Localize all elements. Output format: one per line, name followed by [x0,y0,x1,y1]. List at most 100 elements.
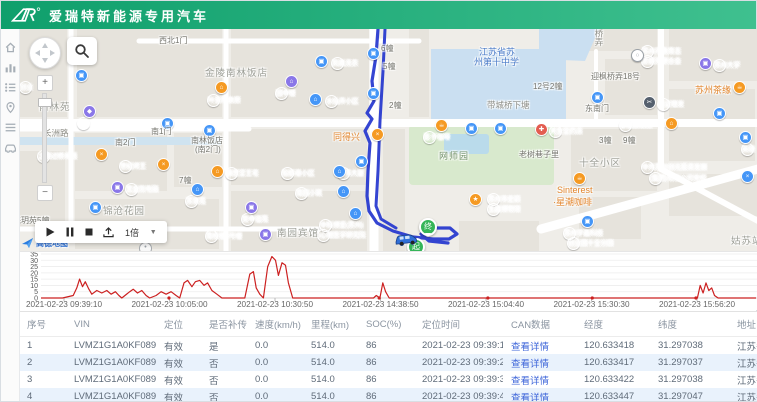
map-label: (南2门) [195,144,221,155]
map-label: 桥弄 [593,29,605,46]
map-label: ·星潮咖啡 [553,195,592,208]
svg-text:25: 25 [30,264,38,271]
map-label: 凤凰洗衣 [331,57,344,70]
table-cell: 江苏省苏州市 [729,356,757,370]
sidebar [1,29,20,401]
map-label: 3幢 [599,135,611,146]
map-label: 西北1门 [159,35,187,46]
pause-button[interactable] [66,227,74,237]
map-label: 9幢 [623,135,635,146]
sidebar-item-route[interactable] [4,81,17,94]
map-search-button[interactable] [67,37,97,65]
svg-text:35: 35 [30,252,38,259]
table-cell: 3 [19,374,66,385]
table-cell: 江苏省苏州市 [729,373,757,387]
map-poi-icon: ⌂ [211,165,224,178]
map-label: 乾生斋 [77,117,90,130]
map-pan-control[interactable] [29,37,61,69]
map-label: 李根源故居 [619,119,632,132]
table-cell: 31.297038 [650,340,729,351]
sidebar-item-home[interactable] [4,41,17,54]
table-body: 1LVMZ1G1A0KF089390有效是0.0514.0862021-02-2… [19,337,757,401]
map-label: 南园宾馆 [277,225,319,239]
table-cell: 86 [358,357,414,368]
map-poi-icon: ⌂ [337,185,350,198]
table-cell: 有效 [156,390,201,402]
map-poi-icon: ▣ [739,131,752,144]
table-cell: 86 [358,340,414,351]
table-cell: 0.0 [247,340,303,351]
stop-button[interactable] [85,228,93,236]
table-cell: 120.633418 [576,340,650,351]
map-poi-icon: ★ [469,193,482,206]
speed-dropdown-caret[interactable]: ▼ [150,229,157,236]
svg-text:2021-02-23 15:04:40: 2021-02-23 15:04:40 [448,300,524,309]
column-header: 序号 [19,317,66,331]
table-cell: 有效 [156,373,201,387]
search-icon [74,43,90,59]
play-button[interactable] [45,227,55,237]
table-cell: 120.633417 [576,357,650,368]
sidebar-item-vehicle[interactable] [4,141,17,154]
map-poi-icon: ☕ [435,119,448,132]
can-data-detail-link[interactable]: 查看详情 [503,390,576,402]
zoom-track[interactable] [42,93,47,183]
table-cell: 2021-02-23 09:39:30 [414,374,503,385]
map-label: 南枝楼8号楼 [205,230,218,243]
svg-text:2021-02-23 14:38:50: 2021-02-23 14:38:50 [342,300,418,309]
table-row: 2LVMZ1G1A0KF089390有效否0.0514.0862021-02-2… [19,354,757,371]
column-header: 速度(km/h) [247,317,303,331]
zoom-out-button[interactable]: − [37,185,53,201]
export-button[interactable] [103,227,114,238]
map-canvas[interactable]: 西北1门金陵南林饭店叶圣陶故居园中楼凤凰洗衣水仙弄小区同得兴南林苑长洲路乾生斋之… [19,29,757,251]
map-poi-icon: ▣ [89,201,102,214]
table-cell: 31.297047 [650,391,729,401]
map-ruler-button[interactable]: • [139,242,152,251]
map-label: 南1门 [151,126,171,137]
map-label: 东南门 [585,103,609,114]
map-poi-icon: ⌂ [285,75,298,88]
map-poi-icon: ▣ [75,69,88,82]
map-label: 高记理发 [657,98,670,111]
vehicle-marker[interactable] [393,231,421,251]
app-title: 爱瑞特新能源专用汽车 [49,6,209,25]
svg-text:10: 10 [30,283,38,290]
map-poi-icon: ▣ [355,155,368,168]
can-data-detail-link[interactable]: 查看详情 [503,373,576,387]
speed-chart: 051015202530352021-02-23 09:39:102021-02… [19,251,757,310]
map-label: 金陵南林饭店 [205,65,268,79]
map-label: 影子咖啡 [423,131,436,144]
map-poi-icon: ▣ [315,55,328,68]
map-label: Sinterest [557,185,593,195]
map-label: 世纪烤王 [119,160,132,173]
map-label: 创业 [19,81,32,94]
sidebar-item-location[interactable] [4,101,17,114]
column-header: SOC(%) [358,319,414,330]
playback-speed[interactable]: 1倍 [125,226,139,239]
column-header: 经度 [576,317,650,331]
column-header: 里程(km) [303,317,358,331]
map-label: 南园小筑 [295,187,308,200]
table-cell: 有效 [156,356,201,370]
map-poi-icon: ◆ [83,105,96,118]
zoom-in-button[interactable]: + [37,75,53,91]
can-data-detail-link[interactable]: 查看详情 [503,356,576,370]
table-cell: 江苏省苏州市 [729,339,757,353]
route-end-marker[interactable]: 终 [419,218,437,236]
sidebar-item-list[interactable] [4,121,17,134]
column-header: 定位 [156,317,201,331]
map-label: 2幢 [389,100,401,111]
map-poi-icon: ▣ [713,107,726,120]
table-cell: 是 [201,339,247,353]
table-cell: 514.0 [303,357,358,368]
can-data-detail-link[interactable]: 查看详情 [503,339,576,353]
map-label: 苏州茶缘 [695,83,731,96]
svg-text:2021-02-23 15:30:30: 2021-02-23 15:30:30 [553,300,629,309]
map-poi-icon: ▣ [259,228,272,241]
sidebar-item-stats[interactable] [4,61,17,74]
table-cell: LVMZ1G1A0KF089390 [66,357,156,368]
zoom-handle[interactable] [38,98,52,107]
table-row: 3LVMZ1G1A0KF089390有效否0.0514.0862021-02-2… [19,371,757,388]
map-label: 5幢 [383,61,395,72]
map-label: 水仙弄小区 [325,95,338,108]
